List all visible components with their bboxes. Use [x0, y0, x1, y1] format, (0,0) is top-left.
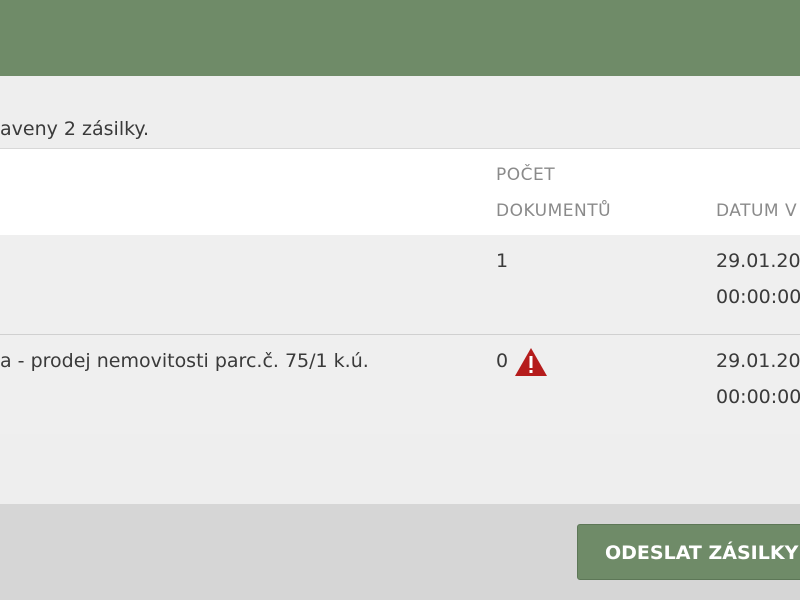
row-subject: a - prodej nemovitosti parc.č. 75/1 k.ú. [0, 350, 369, 372]
column-header-date[interactable]: DATUM V [716, 193, 797, 229]
shipments-table: POČET DOKUMENTŮ DATUM V 1 29.01.20 00:00… [0, 148, 800, 434]
row-date: 29.01.20 00:00:00 [716, 343, 800, 415]
table-row[interactable]: 1 29.01.20 00:00:00 [0, 235, 800, 335]
table-header: POČET DOKUMENTŮ DATUM V [0, 148, 800, 236]
column-header-document-count[interactable]: POČET DOKUMENTŮ [496, 157, 611, 229]
row-date: 29.01.20 00:00:00 [716, 243, 800, 315]
row-date-line2: 00:00:00 [716, 386, 800, 408]
send-shipments-button[interactable]: ODESLAT ZÁSILKY [577, 524, 800, 580]
row-date-line2: 00:00:00 [716, 286, 800, 308]
row-document-count: 1 [496, 250, 509, 272]
row-date-line1: 29.01.20 [716, 350, 800, 372]
column-header-document-count-line2: DOKUMENTŮ [496, 201, 612, 221]
row-date-line1: 29.01.20 [716, 250, 800, 272]
column-header-document-count-line1: POČET [496, 165, 556, 185]
warning-triangle-icon [515, 348, 547, 376]
info-message: aveny 2 zásilky. [0, 118, 150, 140]
table-row[interactable]: a - prodej nemovitosti parc.č. 75/1 k.ú.… [0, 335, 800, 434]
row-document-count: 0 [496, 350, 509, 372]
header-bar [0, 0, 800, 76]
